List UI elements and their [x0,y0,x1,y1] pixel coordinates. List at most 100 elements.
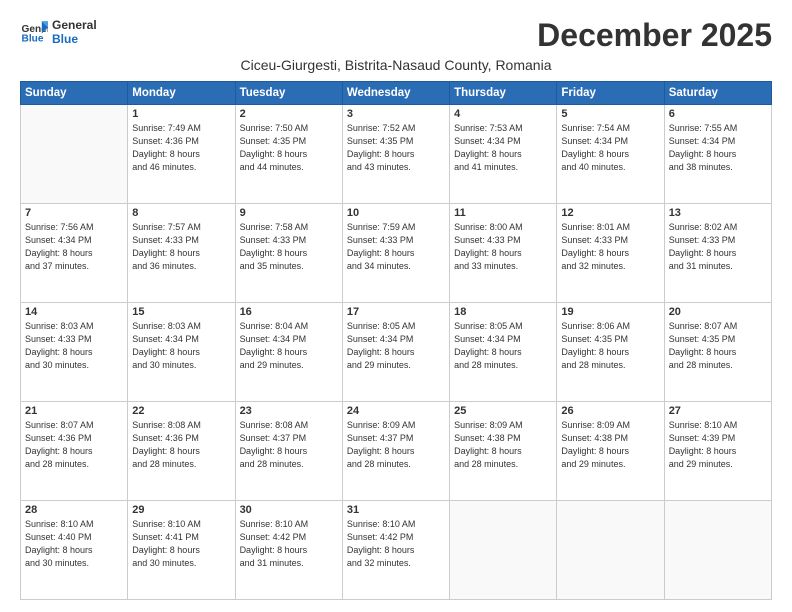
day-info: Sunrise: 8:06 AM Sunset: 4:35 PM Dayligh… [561,320,659,372]
calendar-week-1: 1 Sunrise: 7:49 AM Sunset: 4:36 PM Daylig… [21,105,772,204]
day-info: Sunrise: 7:59 AM Sunset: 4:33 PM Dayligh… [347,221,445,273]
day-info: Sunrise: 7:57 AM Sunset: 4:33 PM Dayligh… [132,221,230,273]
calendar-cell: 18 Sunrise: 8:05 AM Sunset: 4:34 PM Dayli… [450,303,557,402]
calendar-cell: 10Sunrise: 7:59 AM Sunset: 4:33 PM Dayli… [342,204,449,303]
calendar-cell [21,105,128,204]
day-info: Sunrise: 8:05 AM Sunset: 4:34 PM Dayligh… [454,320,552,372]
day-info: Sunrise: 8:10 AM Sunset: 4:39 PM Dayligh… [669,419,767,471]
day-number: 25 [454,405,552,417]
logo-line1: General [52,18,97,32]
calendar-cell [450,501,557,600]
day-number: 11 [454,207,552,219]
day-info: Sunrise: 8:09 AM Sunset: 4:38 PM Dayligh… [561,419,659,471]
day-number: 13 [669,207,767,219]
calendar-cell: 23 Sunrise: 8:08 AM Sunset: 4:37 PM Dayli… [235,402,342,501]
logo: General Blue General Blue [20,18,97,47]
calendar-cell: 8Sunrise: 7:57 AM Sunset: 4:33 PM Daylig… [128,204,235,303]
day-info: Sunrise: 8:03 AM Sunset: 4:34 PM Dayligh… [132,320,230,372]
calendar-cell: 4 Sunrise: 7:53 AM Sunset: 4:34 PM Daylig… [450,105,557,204]
calendar-week-2: 7 Sunrise: 7:56 AM Sunset: 4:34 PM Daylig… [21,204,772,303]
day-info: Sunrise: 8:10 AM Sunset: 4:40 PM Dayligh… [25,518,123,570]
calendar-cell: 31Sunrise: 8:10 AM Sunset: 4:42 PM Dayli… [342,501,449,600]
day-info: Sunrise: 7:53 AM Sunset: 4:34 PM Dayligh… [454,122,552,174]
calendar-cell: 25Sunrise: 8:09 AM Sunset: 4:38 PM Dayli… [450,402,557,501]
calendar-cell: 17 Sunrise: 8:05 AM Sunset: 4:34 PM Dayli… [342,303,449,402]
day-number: 12 [561,207,659,219]
day-info: Sunrise: 8:07 AM Sunset: 4:36 PM Dayligh… [25,419,123,471]
day-number: 24 [347,405,445,417]
day-info: Sunrise: 8:08 AM Sunset: 4:37 PM Dayligh… [240,419,338,471]
calendar-cell: 2Sunrise: 7:50 AM Sunset: 4:35 PM Daylig… [235,105,342,204]
day-number: 21 [25,405,123,417]
calendar-cell: 14Sunrise: 8:03 AM Sunset: 4:33 PM Dayli… [21,303,128,402]
day-number: 29 [132,504,230,516]
day-info: Sunrise: 8:08 AM Sunset: 4:36 PM Dayligh… [132,419,230,471]
calendar-cell [664,501,771,600]
calendar-cell: 27Sunrise: 8:10 AM Sunset: 4:39 PM Dayli… [664,402,771,501]
day-number: 18 [454,306,552,318]
day-number: 15 [132,306,230,318]
title-block: December 2025 [537,18,772,53]
logo-icon: General Blue [20,18,48,46]
calendar-table: Sunday Monday Tuesday Wednesday Thursday… [20,81,772,600]
day-number: 3 [347,108,445,120]
page: General Blue General Blue December 2025 … [0,0,792,612]
day-number: 14 [25,306,123,318]
day-info: Sunrise: 7:52 AM Sunset: 4:35 PM Dayligh… [347,122,445,174]
calendar-cell: 13 Sunrise: 8:02 AM Sunset: 4:33 PM Dayli… [664,204,771,303]
col-sunday: Sunday [21,82,128,105]
day-info: Sunrise: 7:55 AM Sunset: 4:34 PM Dayligh… [669,122,767,174]
month-title: December 2025 [537,18,772,53]
day-info: Sunrise: 8:07 AM Sunset: 4:35 PM Dayligh… [669,320,767,372]
location-subtitle: Ciceu-Giurgesti, Bistrita-Nasaud County,… [20,57,772,73]
day-number: 4 [454,108,552,120]
col-thursday: Thursday [450,82,557,105]
day-info: Sunrise: 8:05 AM Sunset: 4:34 PM Dayligh… [347,320,445,372]
col-wednesday: Wednesday [342,82,449,105]
calendar-cell: 29 Sunrise: 8:10 AM Sunset: 4:41 PM Dayli… [128,501,235,600]
day-info: Sunrise: 8:00 AM Sunset: 4:33 PM Dayligh… [454,221,552,273]
day-info: Sunrise: 8:02 AM Sunset: 4:33 PM Dayligh… [669,221,767,273]
header-row: Sunday Monday Tuesday Wednesday Thursday… [21,82,772,105]
day-info: Sunrise: 7:54 AM Sunset: 4:34 PM Dayligh… [561,122,659,174]
day-info: Sunrise: 8:10 AM Sunset: 4:42 PM Dayligh… [240,518,338,570]
day-info: Sunrise: 7:49 AM Sunset: 4:36 PM Dayligh… [132,122,230,174]
calendar-cell: 15 Sunrise: 8:03 AM Sunset: 4:34 PM Dayli… [128,303,235,402]
calendar-cell: 6 Sunrise: 7:55 AM Sunset: 4:34 PM Daylig… [664,105,771,204]
col-monday: Monday [128,82,235,105]
day-number: 9 [240,207,338,219]
day-number: 6 [669,108,767,120]
logo-line2: Blue [52,32,97,46]
calendar-week-4: 21 Sunrise: 8:07 AM Sunset: 4:36 PM Dayli… [21,402,772,501]
calendar-cell: 1 Sunrise: 7:49 AM Sunset: 4:36 PM Daylig… [128,105,235,204]
col-friday: Friday [557,82,664,105]
day-info: Sunrise: 8:01 AM Sunset: 4:33 PM Dayligh… [561,221,659,273]
calendar-cell: 28 Sunrise: 8:10 AM Sunset: 4:40 PM Dayli… [21,501,128,600]
day-number: 28 [25,504,123,516]
header: General Blue General Blue December 2025 [20,18,772,53]
day-info: Sunrise: 8:10 AM Sunset: 4:41 PM Dayligh… [132,518,230,570]
calendar-cell: 11 Sunrise: 8:00 AM Sunset: 4:33 PM Dayli… [450,204,557,303]
day-number: 19 [561,306,659,318]
calendar-cell: 24 Sunrise: 8:09 AM Sunset: 4:37 PM Dayli… [342,402,449,501]
day-number: 30 [240,504,338,516]
calendar-cell: 30 Sunrise: 8:10 AM Sunset: 4:42 PM Dayli… [235,501,342,600]
calendar-cell: 19 Sunrise: 8:06 AM Sunset: 4:35 PM Dayli… [557,303,664,402]
day-number: 17 [347,306,445,318]
day-number: 5 [561,108,659,120]
calendar-cell: 21 Sunrise: 8:07 AM Sunset: 4:36 PM Dayli… [21,402,128,501]
calendar-cell: 22Sunrise: 8:08 AM Sunset: 4:36 PM Dayli… [128,402,235,501]
calendar-cell: 16Sunrise: 8:04 AM Sunset: 4:34 PM Dayli… [235,303,342,402]
day-info: Sunrise: 8:09 AM Sunset: 4:37 PM Dayligh… [347,419,445,471]
day-number: 7 [25,207,123,219]
day-info: Sunrise: 7:58 AM Sunset: 4:33 PM Dayligh… [240,221,338,273]
day-number: 1 [132,108,230,120]
day-info: Sunrise: 7:56 AM Sunset: 4:34 PM Dayligh… [25,221,123,273]
calendar-week-5: 28 Sunrise: 8:10 AM Sunset: 4:40 PM Dayli… [21,501,772,600]
day-number: 23 [240,405,338,417]
col-tuesday: Tuesday [235,82,342,105]
calendar-cell: 5 Sunrise: 7:54 AM Sunset: 4:34 PM Daylig… [557,105,664,204]
day-number: 31 [347,504,445,516]
svg-text:Blue: Blue [22,34,44,45]
calendar-cell: 7 Sunrise: 7:56 AM Sunset: 4:34 PM Daylig… [21,204,128,303]
